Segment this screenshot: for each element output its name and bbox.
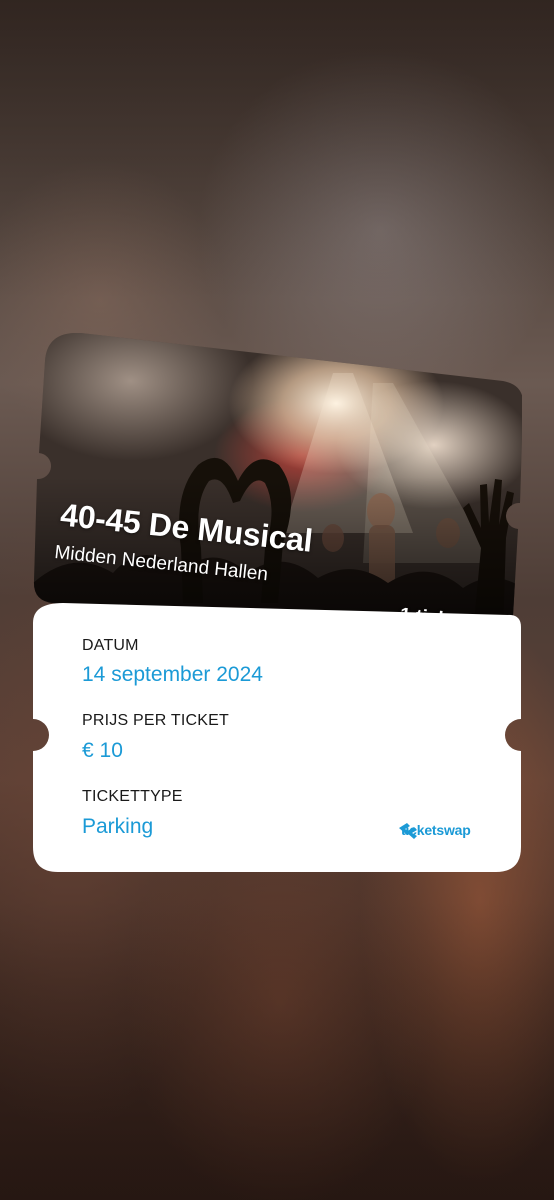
ticket-type-value: Parking — [82, 815, 154, 838]
ticket-screen: 40-45 De Musical Midden Nederland Hallen… — [0, 0, 554, 1200]
date-label: DATUM — [82, 637, 139, 654]
price-value: € 10 — [82, 739, 123, 762]
ticket-details: DATUM 14 september 2024 PRIJS PER TICKET… — [33, 603, 522, 873]
date-value: 14 september 2024 — [82, 663, 263, 686]
ticket-type-label: TICKETTYPE — [82, 788, 183, 805]
ticketswap-brand: ticketswap — [397, 822, 471, 839]
ticket-card[interactable]: 40-45 De Musical Midden Nederland Hallen… — [33, 333, 522, 873]
ticket-header: 40-45 De Musical Midden Nederland Hallen… — [33, 333, 522, 639]
price-label: PRIJS PER TICKET — [82, 712, 229, 729]
